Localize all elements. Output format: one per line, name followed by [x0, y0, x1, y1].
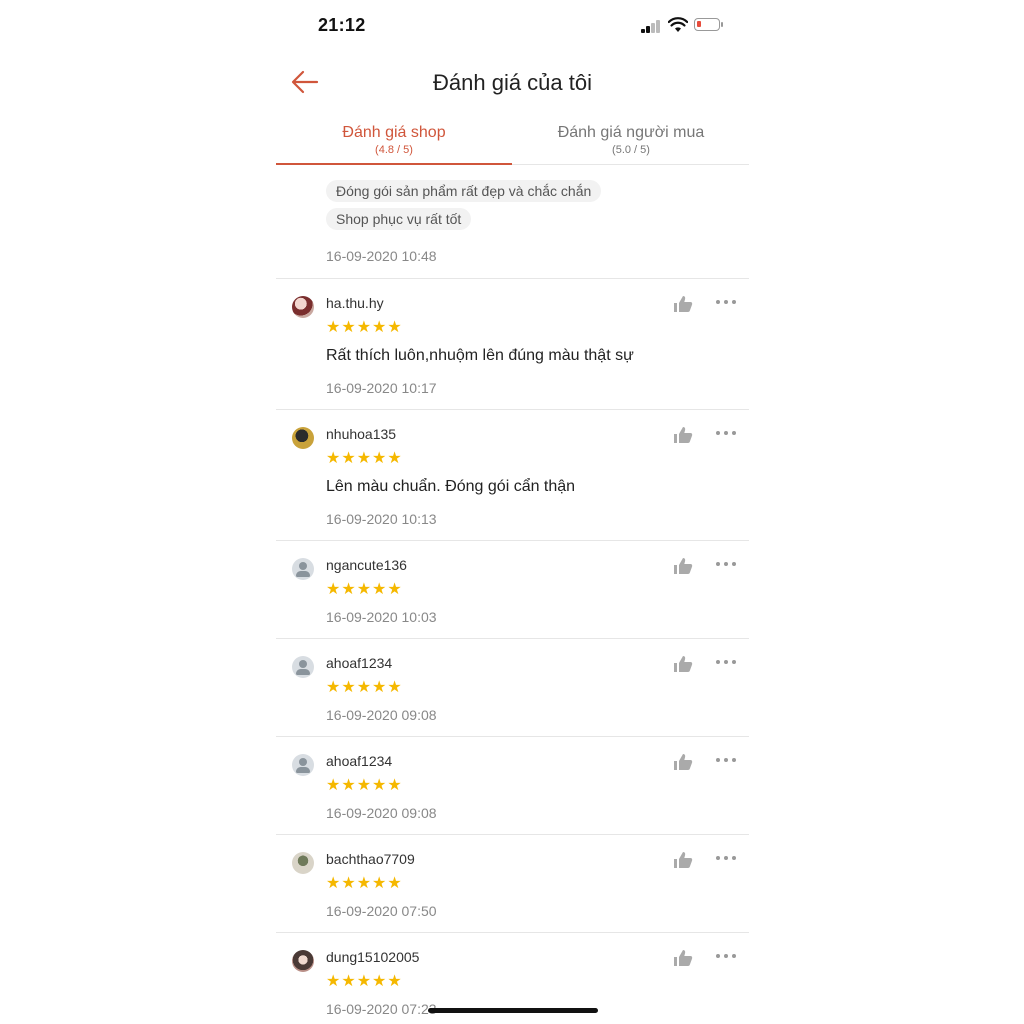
home-indicator[interactable] [428, 1008, 598, 1013]
review-tag: Đóng gói sản phẩm rất đẹp và chắc chắn [326, 180, 602, 202]
review-username: ngancute136 [326, 557, 407, 573]
more-options-icon[interactable] [716, 431, 736, 437]
review-date: 16-09-2020 07:23 [326, 1001, 437, 1017]
review-date: 16-09-2020 10:17 [326, 380, 437, 396]
page-title: Đánh giá của tôi [433, 70, 592, 95]
more-options-icon[interactable] [716, 562, 736, 568]
user-avatar[interactable] [292, 296, 314, 318]
review-list[interactable]: Đóng gói sản phẩm rất đẹp và chắc chắn S… [276, 165, 749, 1024]
review-date: 16-09-2020 10:03 [326, 609, 437, 625]
status-time: 21:12 [318, 15, 366, 35]
rating-stars: ★★★★★ [326, 679, 403, 696]
review-item: ahoaf1234 ★★★★★ 16-09-2020 09:08 [276, 736, 749, 834]
review-comment: Rất thích luôn,nhuộm lên đúng màu thật s… [326, 347, 634, 364]
review-item: ha.thu.hy ★★★★★ Rất thích luôn,nhuộm lên… [276, 278, 749, 409]
review-comment: Lên màu chuẩn. Đóng gói cẩn thận [326, 478, 576, 495]
user-avatar[interactable] [292, 852, 314, 874]
review-item: ngancute136 ★★★★★ 16-09-2020 10:03 [276, 540, 749, 638]
user-avatar[interactable] [292, 950, 314, 972]
review-tag: Shop phục vụ rất tốt [326, 208, 472, 230]
battery-icon [694, 18, 723, 31]
review-username: nhuhoa135 [326, 426, 397, 442]
default-avatar-icon[interactable] [292, 754, 314, 776]
review-item: bachthao7709 ★★★★★ 16-09-2020 07:50 [276, 834, 749, 932]
thumbs-up-icon[interactable] [673, 949, 693, 967]
top-bar: Đánh giá của tôi [276, 52, 749, 112]
rating-stars: ★★★★★ [326, 973, 403, 990]
thumbs-up-icon[interactable] [673, 753, 693, 771]
status-bar: 21:12 [276, 0, 749, 52]
rating-stars: ★★★★★ [326, 319, 403, 336]
thumbs-up-icon[interactable] [673, 557, 693, 575]
review-date: 16-09-2020 09:08 [326, 805, 437, 821]
thumbs-up-icon[interactable] [673, 655, 693, 673]
cellular-signal-icon [641, 19, 663, 33]
thumbs-up-icon[interactable] [673, 295, 693, 313]
more-options-icon[interactable] [716, 300, 736, 306]
review-username: bachthao7709 [326, 851, 415, 867]
tab-bar: Đánh giá shop (4.8 / 5) Đánh giá người m… [276, 114, 749, 165]
rating-stars: ★★★★★ [326, 777, 403, 794]
thumbs-up-icon[interactable] [673, 426, 693, 444]
user-avatar[interactable] [292, 427, 314, 449]
review-date: 16-09-2020 10:48 [326, 248, 437, 264]
rating-stars: ★★★★★ [326, 875, 403, 892]
review-item: ahoaf1234 ★★★★★ 16-09-2020 09:08 [276, 638, 749, 736]
default-avatar-icon[interactable] [292, 558, 314, 580]
review-item: nhuhoa135 ★★★★★ Lên màu chuẩn. Đóng gói … [276, 409, 749, 540]
more-options-icon[interactable] [716, 660, 736, 666]
wifi-icon [668, 17, 688, 32]
review-date: 16-09-2020 09:08 [326, 707, 437, 723]
tab-buyer-reviews[interactable]: Đánh giá người mua (5.0 / 5) [513, 114, 749, 164]
review-username: ha.thu.hy [326, 295, 384, 311]
more-options-icon[interactable] [716, 758, 736, 764]
app-screen: 21:12 Đánh giá của tôi Đánh giá shop (4.… [276, 0, 749, 1024]
review-date: 16-09-2020 07:50 [326, 903, 437, 919]
more-options-icon[interactable] [716, 954, 736, 960]
rating-stars: ★★★★★ [326, 450, 403, 467]
review-username: ahoaf1234 [326, 655, 393, 671]
review-date: 16-09-2020 10:13 [326, 511, 437, 527]
review-username: dung15102005 [326, 949, 420, 965]
more-options-icon[interactable] [716, 856, 736, 862]
tab-label: Đánh giá shop [342, 124, 446, 141]
tab-shop-reviews[interactable]: Đánh giá shop (4.8 / 5) [276, 114, 512, 165]
default-avatar-icon[interactable] [292, 656, 314, 678]
tab-label: Đánh giá người mua [557, 124, 705, 141]
tab-rating: (5.0 / 5) [612, 144, 650, 156]
rating-stars: ★★★★★ [326, 581, 403, 598]
tab-rating: (4.8 / 5) [375, 144, 413, 156]
thumbs-up-icon[interactable] [673, 851, 693, 869]
review-username: ahoaf1234 [326, 753, 393, 769]
